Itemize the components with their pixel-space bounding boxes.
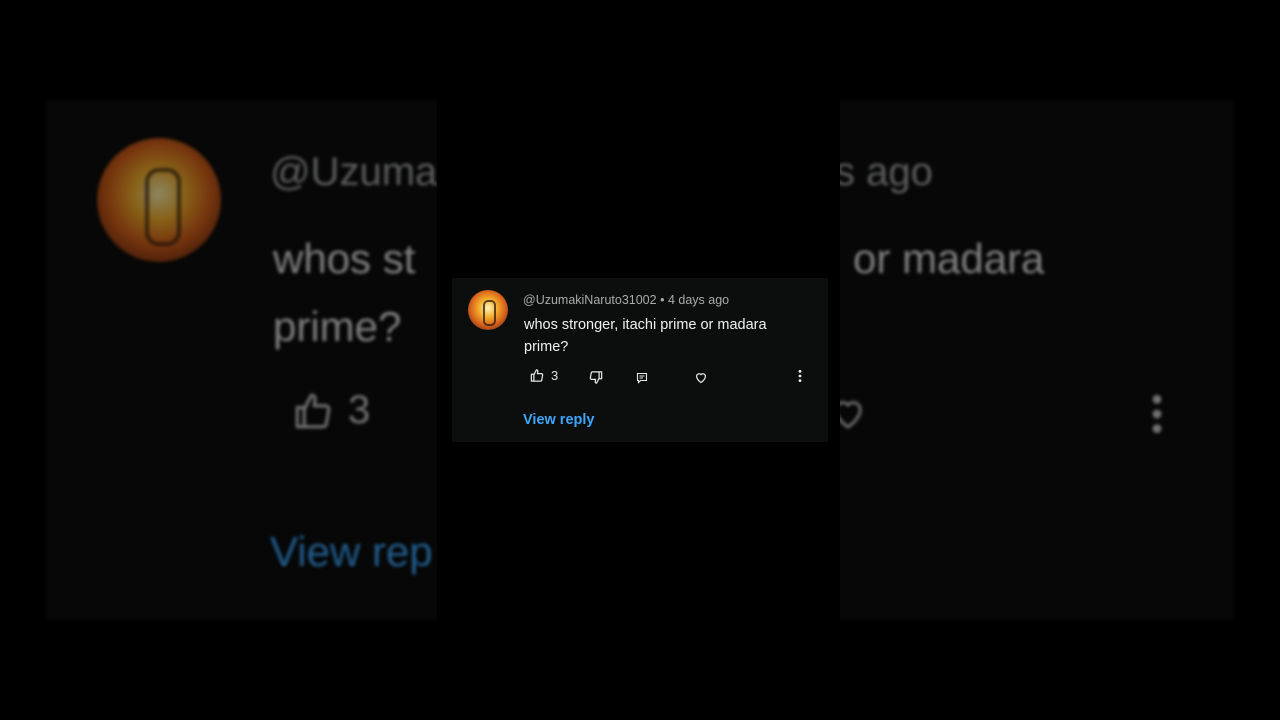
video-frame: @Uzumal s ago whos st or madara prime? 3… (0, 0, 1280, 720)
like-count: 3 (551, 368, 559, 383)
view-reply-link[interactable]: View reply (523, 412, 594, 428)
heart-icon (695, 373, 707, 384)
reply-button[interactable] (636, 372, 648, 384)
bg-comment-line1-right: or madara (853, 235, 1045, 282)
bg-like: 3 (290, 388, 370, 433)
thumbs-up-icon (530, 369, 544, 382)
reply-icon (636, 372, 648, 384)
bg-thumbs-up-icon (295, 393, 331, 428)
thumbs-down-icon (589, 371, 603, 384)
comment-text: whos stronger, itachi prime or madara pr… (524, 317, 767, 355)
bg-comment-line1-left: whos st (273, 235, 416, 282)
comment-card: @UzumakiNaruto31002 • 4 days ago whos st… (452, 278, 828, 442)
bg-handle-right: s ago (835, 150, 933, 194)
more-options-button[interactable] (797, 369, 803, 383)
comment-meta: @UzumakiNaruto31002 • 4 days ago (523, 293, 729, 307)
bg-view-reply: View rep (270, 528, 433, 575)
meta-separator: • (660, 293, 665, 307)
bg-more-vertical-icon (1145, 392, 1169, 441)
heart-button[interactable] (693, 370, 709, 385)
bg-avatar (97, 138, 221, 262)
bg-like-count: 3 (348, 388, 371, 432)
comment-handle[interactable]: @UzumakiNaruto31002 (523, 293, 657, 307)
dislike-button[interactable] (588, 370, 604, 385)
comment-time: 4 days ago (667, 293, 730, 307)
avatar[interactable] (468, 290, 508, 330)
bg-comment-line2: prime? (273, 303, 402, 350)
like-button[interactable]: 3 (529, 368, 558, 383)
more-vertical-icon (798, 369, 802, 383)
bg-handle-left: @Uzumal (270, 150, 447, 194)
